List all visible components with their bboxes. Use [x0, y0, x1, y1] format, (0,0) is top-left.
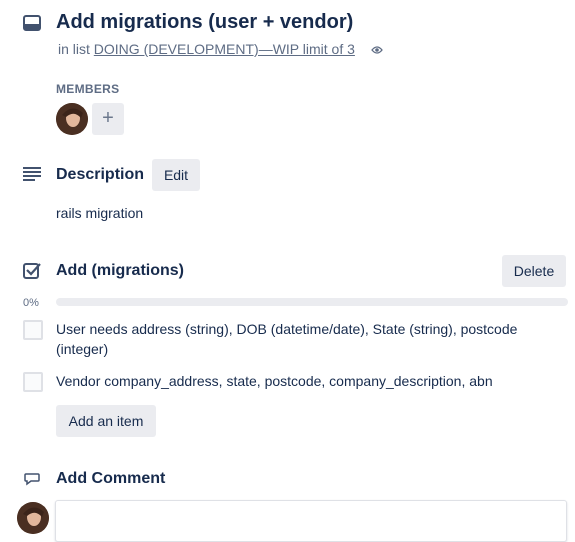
checklist-item-checkbox[interactable] [23, 372, 43, 392]
checklist-item-text[interactable]: Vendor company_address, state, postcode,… [56, 371, 556, 391]
progress-percent: 0% [23, 297, 39, 309]
delete-checklist-button[interactable]: Delete [502, 255, 566, 287]
comment-input[interactable] [55, 500, 567, 542]
members-label: MEMBERS [56, 82, 120, 96]
checklist-checkbox-icon [23, 262, 41, 280]
list-breadcrumb: in list DOING (DEVELOPMENT)—WIP limit of… [58, 41, 383, 57]
checklist-title[interactable]: Add (migrations) [56, 262, 184, 280]
checklist-item-checkbox[interactable] [23, 320, 43, 340]
description-heading: Description [56, 166, 145, 183]
checklist-item-text[interactable]: User needs address (string), DOB (dateti… [56, 319, 546, 359]
member-avatar[interactable] [56, 103, 88, 135]
edit-description-button[interactable]: Edit [152, 159, 200, 191]
eye-icon [370, 45, 383, 55]
add-comment-heading: Add Comment [56, 470, 166, 487]
list-name-link[interactable]: DOING (DEVELOPMENT)—WIP limit of 3 [94, 41, 355, 57]
card-title[interactable]: Add migrations (user + vendor) [56, 11, 353, 34]
speech-bubble-icon [24, 472, 40, 486]
description-lines-icon [23, 167, 41, 181]
description-text[interactable]: rails migration [56, 205, 143, 221]
in-list-prefix: in list [58, 41, 90, 57]
add-item-button[interactable]: Add an item [56, 405, 156, 437]
checklist-progress-bar [56, 298, 568, 306]
card-icon [23, 15, 41, 31]
add-member-button[interactable]: + [92, 103, 124, 135]
current-user-avatar [17, 502, 49, 534]
